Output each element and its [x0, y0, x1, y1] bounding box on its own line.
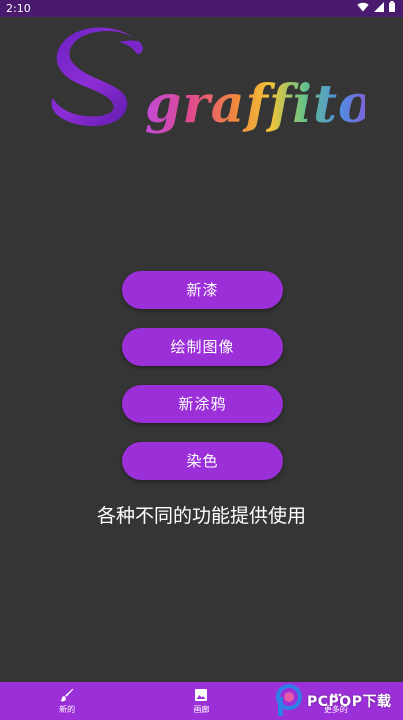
draw-image-button[interactable]: 绘制图像	[122, 328, 283, 366]
more-icon	[330, 693, 342, 696]
new-graffiti-button[interactable]: 新涂鸦	[122, 385, 283, 423]
nav-item-gallery[interactable]: 画廊	[134, 682, 268, 720]
nav-label-gallery: 画廊	[193, 704, 210, 714]
image-icon	[195, 688, 208, 701]
status-time: 2:10	[6, 2, 31, 15]
new-paint-button[interactable]: 新漆	[122, 271, 283, 309]
app-screen: 2:10 graffito 新漆 绘制图像 新涂鸦 染色 各种不同的功能提供使用…	[0, 0, 403, 720]
app-logo: graffito	[45, 24, 373, 144]
battery-icon	[389, 0, 395, 17]
nav-label-new: 新的	[59, 704, 76, 714]
coloring-button[interactable]: 染色	[122, 442, 283, 480]
status-icons	[357, 0, 395, 17]
nav-item-new[interactable]: 新的	[0, 682, 134, 720]
svg-text:graffito: graffito	[145, 74, 365, 135]
nav-item-more[interactable]: 更多的	[269, 682, 403, 720]
tagline: 各种不同的功能提供使用	[96, 505, 306, 527]
wifi-icon	[357, 0, 369, 17]
sgraffito-logo: graffito	[51, 27, 373, 135]
brush-icon	[60, 688, 74, 701]
bottom-nav: 新的 画廊 更多的	[0, 682, 403, 720]
main-menu: 新漆 绘制图像 新涂鸦 染色	[122, 271, 283, 499]
nav-label-more: 更多的	[323, 704, 348, 714]
status-bar: 2:10	[0, 0, 403, 17]
signal-icon	[374, 0, 384, 17]
